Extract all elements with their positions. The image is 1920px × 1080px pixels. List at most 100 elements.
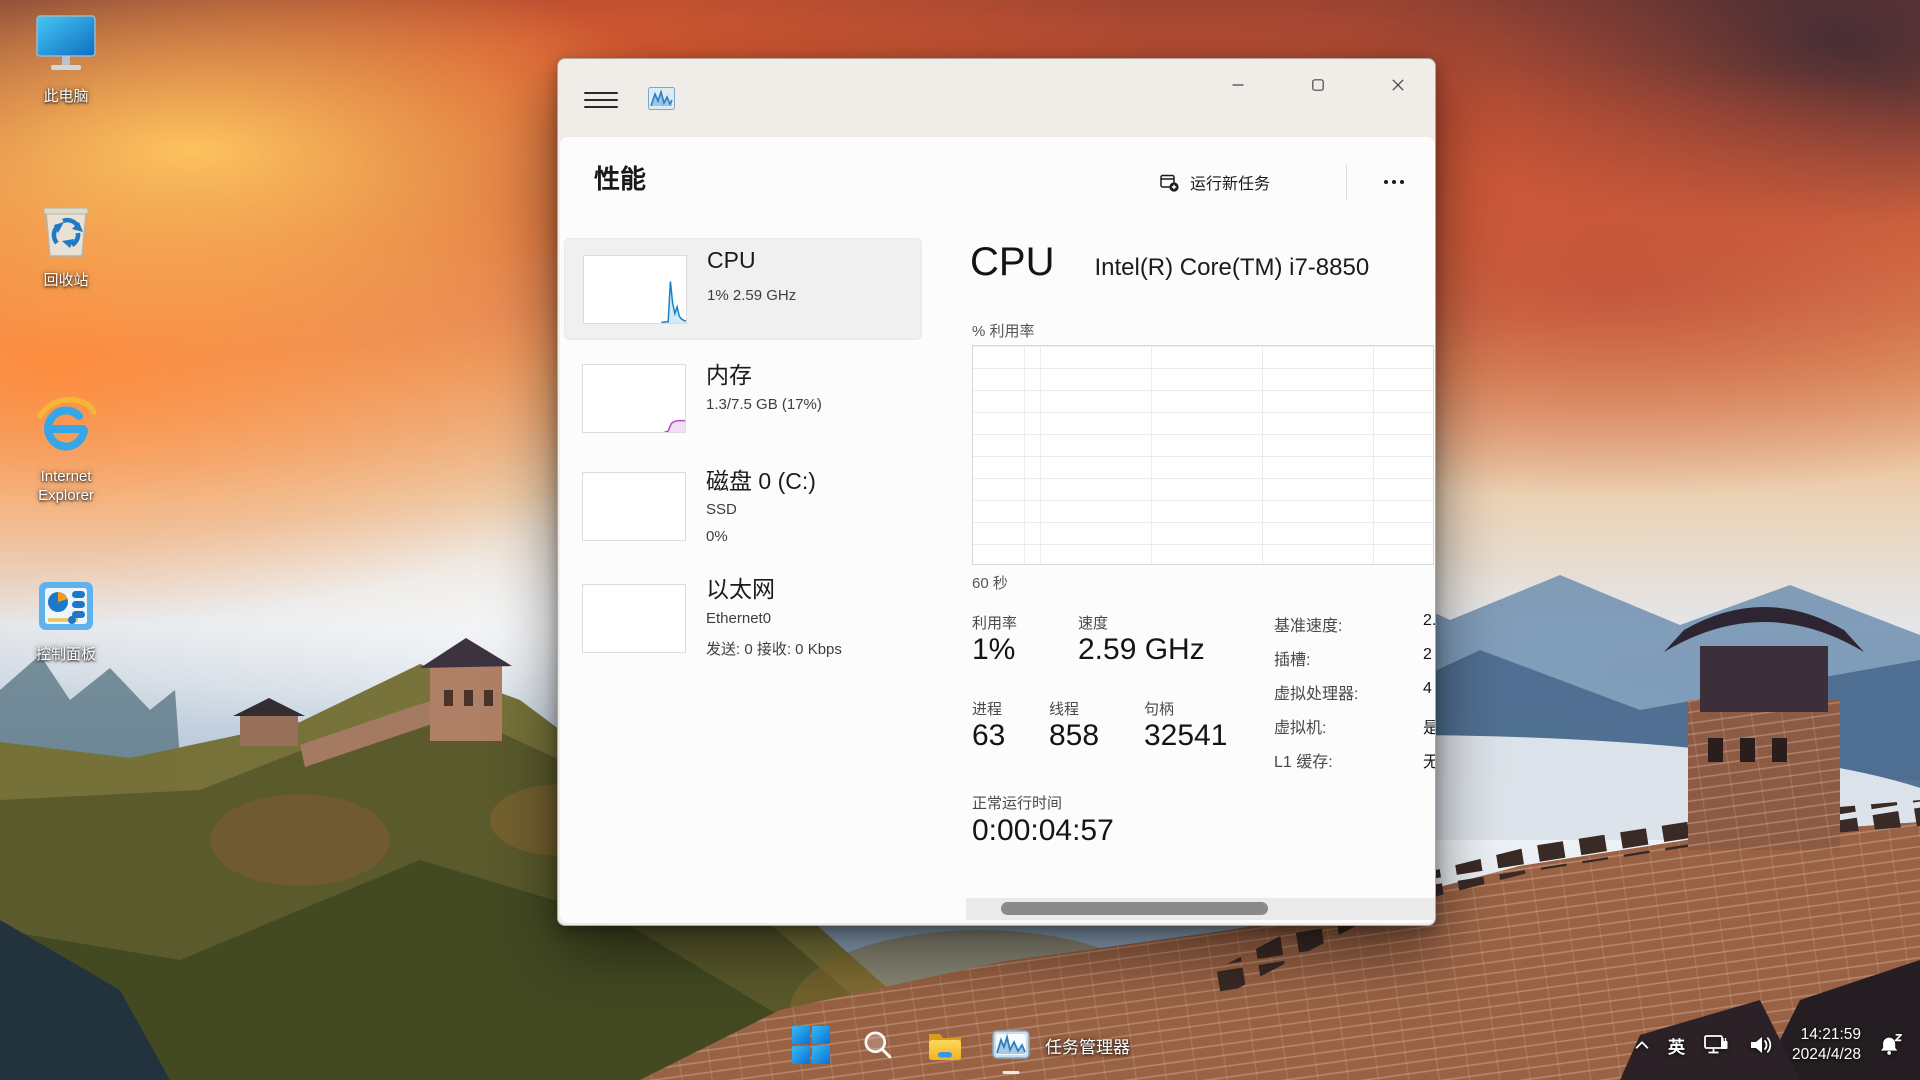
memory-mini-chart [582, 364, 686, 433]
run-new-task-button[interactable]: 运行新任务 [1160, 163, 1270, 201]
internet-explorer-icon [37, 397, 97, 451]
cpu-utilization-chart [972, 345, 1434, 565]
sidebar-item-title: 以太网 [706, 576, 775, 602]
volume-icon[interactable] [1747, 1031, 1775, 1059]
maximize-button[interactable] [1295, 67, 1341, 103]
taskbar-center-group: 任务管理器 [790, 1010, 1130, 1080]
cpu-mini-chart [583, 255, 687, 324]
desktop-icon-label: 此电脑 [43, 88, 89, 105]
search-icon [864, 1031, 892, 1059]
spec-label: 虚拟机: [1274, 720, 1327, 737]
desktop-icon-label: 回收站 [43, 272, 89, 289]
sidebar-item-title: 内存 [706, 362, 752, 388]
sidebar-item-subtitle: Ethernet0 [706, 610, 772, 627]
spec-row: 虚拟机: 是 [1274, 714, 1435, 748]
disk-mini-chart [582, 472, 686, 541]
ethernet-mini-chart [582, 584, 686, 653]
stat-value: 63 [972, 719, 1006, 752]
stat-value: 2.59 GHz [1078, 633, 1205, 666]
sidebar-item-subtitle2: 0% [706, 528, 728, 545]
time-axis-label: 60 秒 [972, 575, 1008, 592]
desktop-icon-control-panel[interactable]: 控制面板 [16, 574, 116, 665]
spec-row: 基准速度: 2.5 [1274, 612, 1435, 646]
stat-label: 句柄 [1144, 701, 1175, 718]
utilization-axis-label: % 利用率 [972, 323, 1035, 340]
stat-label: 进程 [972, 701, 1003, 718]
sidebar-item-title: 磁盘 0 (C:) [706, 468, 816, 494]
task-manager-app-icon [648, 87, 675, 110]
sidebar-item-subtitle2: 发送: 0 接收: 0 Kbps [706, 641, 842, 658]
ime-indicator[interactable]: 英 [1668, 1033, 1685, 1058]
spec-row: 虚拟处理器: 4 [1274, 680, 1435, 714]
desktop-icon-this-pc[interactable]: 此电脑 [16, 10, 116, 107]
task-manager-window: 性能 运行新任务 CPU 1% 2.59 GHz 内存 1.3/7.5 GB (… [557, 58, 1436, 926]
cpu-panel-title: CPU [970, 240, 1055, 284]
stat-label: 速度 [1078, 615, 1109, 632]
stat-value: 1% [972, 633, 1016, 666]
spec-label: 虚拟处理器: [1274, 686, 1359, 703]
sidebar-item-title: CPU [707, 247, 756, 273]
minimize-button[interactable] [1215, 67, 1261, 103]
this-pc-icon [36, 15, 96, 70]
sidebar-item-subtitle: 1.3/7.5 GB (17%) [706, 396, 822, 413]
stat-value: 858 [1049, 719, 1100, 752]
desktop-icon-label: 控制面板 [35, 646, 96, 663]
network-icon[interactable] [1702, 1031, 1730, 1059]
task-manager-taskbar-label: 任务管理器 [1045, 1037, 1130, 1057]
file-explorer-button[interactable] [924, 1024, 966, 1066]
task-manager-taskbar-button[interactable]: 任务管理器 [991, 1025, 1130, 1074]
recycle-bin-icon [43, 207, 89, 257]
spec-label: 插槽: [1274, 652, 1311, 669]
stat-value: 32541 [1144, 719, 1228, 752]
spec-value: 2 [1423, 646, 1432, 663]
desktop-icon-internet-explorer[interactable]: Internet Explorer [16, 392, 116, 506]
desktop-icon-recycle-bin[interactable]: 回收站 [16, 196, 116, 291]
file-explorer-icon [929, 1034, 961, 1060]
spec-value: 4 [1423, 680, 1432, 697]
cpu-spec-list: 基准速度: 2.5 插槽: 2 虚拟处理器: 4 虚拟机: 是 L1 缓存: [1274, 612, 1435, 782]
sidebar-item-subtitle: SSD [706, 501, 737, 518]
tray-date: 2024/4/28 [1792, 1046, 1861, 1063]
search-button[interactable] [857, 1024, 899, 1066]
taskbar: 任务管理器 英 14:21:59 2024/4/28 [0, 1010, 1920, 1080]
start-button[interactable] [790, 1024, 832, 1066]
spec-row: 插槽: 2 [1274, 646, 1435, 680]
close-button[interactable] [1375, 67, 1421, 103]
window-controls [1215, 67, 1421, 103]
task-manager-icon [991, 1025, 1031, 1074]
tray-time: 14:21:59 [1800, 1025, 1861, 1043]
uptime-label: 正常运行时间 [972, 795, 1063, 812]
sidebar-item-memory[interactable]: 内存 1.3/7.5 GB (17%) [564, 350, 920, 446]
sidebar-item-subtitle: 1% 2.59 GHz [707, 287, 797, 304]
cpu-detail-panel: CPU Intel(R) Core(TM) i7-8850 % 利用率 60 秒… [968, 238, 1435, 923]
sidebar-item-ethernet[interactable]: 以太网 Ethernet0 发送: 0 接收: 0 Kbps [564, 564, 920, 676]
control-panel-icon [39, 582, 93, 630]
clock[interactable]: 14:21:59 2024/4/28 [1792, 1025, 1861, 1065]
run-new-task-label: 运行新任务 [1190, 176, 1271, 193]
notification-bell-icon[interactable] [1878, 1032, 1904, 1058]
minimize-icon [1232, 84, 1244, 86]
spec-label: L1 缓存: [1274, 754, 1333, 771]
more-options-button[interactable] [1370, 163, 1418, 201]
hamburger-icon[interactable] [584, 87, 618, 113]
horizontal-scrollbar-thumb[interactable] [1001, 902, 1268, 915]
close-icon [1392, 79, 1404, 91]
header-separator [1346, 164, 1347, 199]
spec-value: 无 [1423, 748, 1435, 772]
running-app-indicator [1002, 1071, 1020, 1074]
uptime-value: 0:00:04:57 [972, 814, 1114, 847]
stat-label: 利用率 [972, 615, 1018, 632]
spec-row: L1 缓存: 无 [1274, 748, 1435, 782]
maximize-icon [1312, 79, 1324, 91]
sidebar-item-disk[interactable]: 磁盘 0 (C:) SSD 0% [564, 456, 920, 558]
desktop-icon-label: Internet Explorer [38, 468, 94, 504]
tray-chevron-icon[interactable] [1633, 1036, 1651, 1054]
sidebar-item-cpu[interactable]: CPU 1% 2.59 GHz [564, 238, 922, 340]
run-new-task-icon [1160, 174, 1179, 192]
spec-label: 基准速度: [1274, 618, 1343, 635]
spec-value: 是 [1423, 714, 1435, 738]
page-title: 性能 [594, 164, 647, 194]
cpu-model-subtitle: Intel(R) Core(TM) i7-8850 [1094, 254, 1370, 281]
horizontal-scrollbar[interactable] [966, 898, 1435, 920]
system-tray: 英 14:21:59 2024/4/28 [1633, 1010, 1904, 1080]
